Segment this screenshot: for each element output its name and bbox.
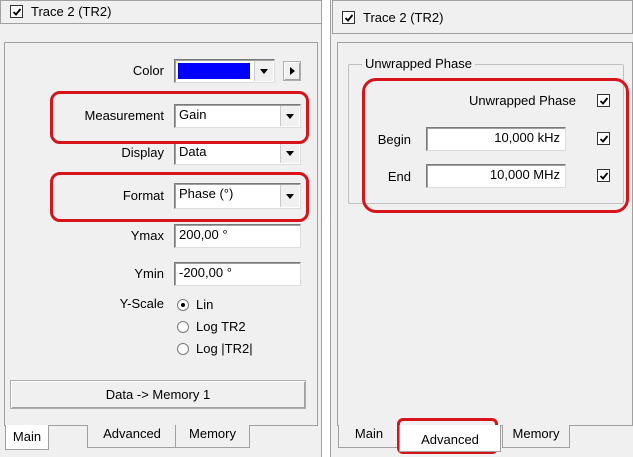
ymin-input[interactable]: -200,00 ° bbox=[174, 262, 301, 286]
yscale-label: Y-Scale bbox=[119, 296, 164, 311]
yscale-option-log-abs: Log |TR2| bbox=[196, 341, 253, 356]
color-next-button[interactable] bbox=[283, 61, 301, 81]
right-trace-title: Trace 2 (TR2) bbox=[363, 10, 444, 25]
color-label: Color bbox=[132, 63, 164, 78]
yscale-radio-lin[interactable] bbox=[177, 299, 189, 311]
left-tab-advanced[interactable]: Advanced bbox=[87, 425, 177, 448]
color-dropdown-arrow[interactable] bbox=[254, 61, 273, 81]
yscale-option-log: Log TR2 bbox=[196, 319, 246, 334]
check-icon bbox=[344, 13, 353, 22]
color-dropdown[interactable] bbox=[174, 59, 275, 83]
display-value: Data bbox=[179, 144, 207, 159]
right-tab-memory[interactable]: Memory bbox=[502, 425, 570, 448]
right-trace-checkbox[interactable] bbox=[342, 11, 355, 24]
highlight-format bbox=[50, 172, 309, 222]
check-icon bbox=[12, 7, 21, 16]
color-swatch bbox=[178, 63, 250, 79]
display-dropdown-arrow[interactable] bbox=[280, 143, 299, 163]
radio-selected-dot bbox=[181, 303, 185, 307]
yscale-radio-log[interactable] bbox=[177, 321, 189, 333]
display-dropdown[interactable]: Data bbox=[174, 141, 301, 165]
yscale-radio-log-abs[interactable] bbox=[177, 343, 189, 355]
right-tab-advanced[interactable]: Advanced bbox=[399, 425, 501, 452]
left-trace-title: Trace 2 (TR2) bbox=[31, 4, 112, 19]
left-tab-memory[interactable]: Memory bbox=[175, 425, 250, 448]
right-tab-main[interactable]: Main bbox=[338, 425, 400, 448]
yscale-option-lin: Lin bbox=[196, 297, 214, 312]
ymin-label: Ymin bbox=[134, 266, 164, 281]
display-label: Display bbox=[121, 145, 164, 160]
chevron-right-icon bbox=[289, 67, 295, 75]
highlight-measurement bbox=[50, 91, 309, 144]
unwrapped-phase-group-title: Unwrapped Phase bbox=[362, 55, 475, 73]
left-tab-main[interactable]: Main bbox=[5, 425, 49, 450]
ymax-input[interactable]: 200,00 ° bbox=[174, 224, 301, 248]
left-trace-checkbox[interactable] bbox=[10, 5, 23, 18]
highlight-unwrapped-phase bbox=[362, 78, 629, 213]
data-to-memory-button[interactable]: Data -> Memory 1 bbox=[10, 380, 306, 409]
ymax-label: Ymax bbox=[130, 228, 164, 243]
